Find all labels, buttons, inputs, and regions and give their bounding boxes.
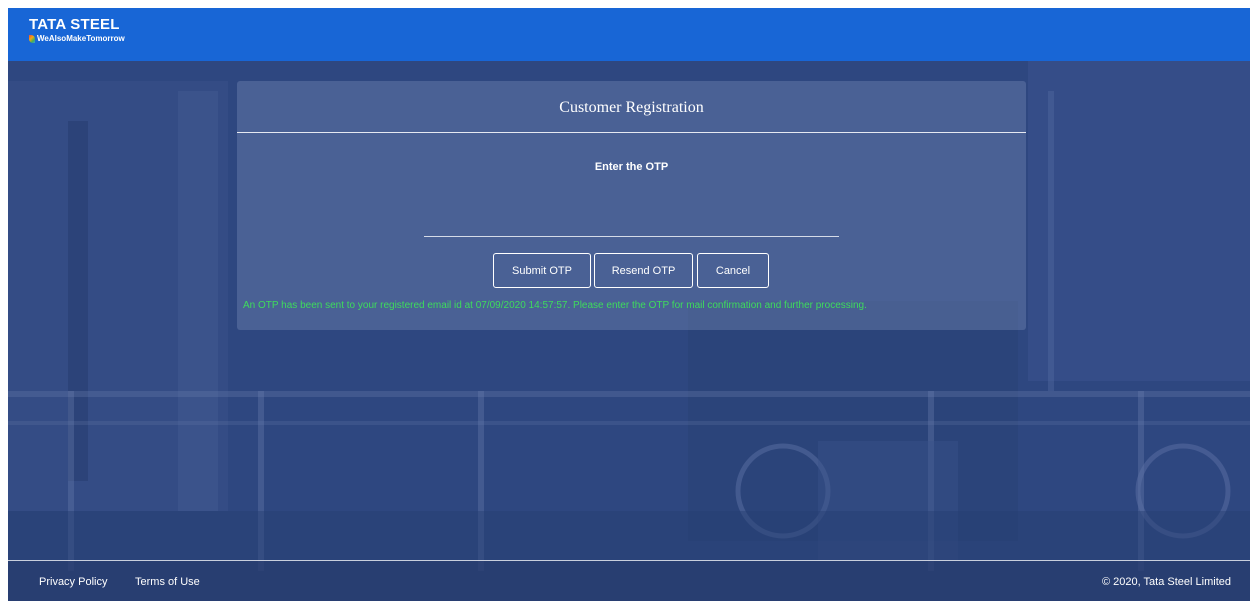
otp-status-message: An OTP has been sent to your registered … — [243, 300, 867, 311]
footer: Privacy Policy Terms of Use © 2020, Tata… — [8, 561, 1250, 601]
title-divider — [237, 132, 1026, 133]
tata-steel-logo[interactable]: TATA STEEL WeAlsoMakeTomorrow — [29, 17, 125, 44]
otp-label: Enter the OTP — [594, 161, 669, 173]
registration-card: Customer Registration Enter the OTP Subm… — [237, 81, 1026, 330]
privacy-policy-link[interactable]: Privacy Policy — [39, 576, 107, 588]
brand-tagline-row: WeAlsoMakeTomorrow — [29, 34, 125, 44]
submit-otp-button[interactable]: Submit OTP — [493, 253, 591, 288]
tata-steel-leaf-icon — [29, 35, 35, 43]
resend-otp-button[interactable]: Resend OTP — [594, 253, 693, 288]
otp-input[interactable] — [424, 211, 839, 237]
brand-tagline: WeAlsoMakeTomorrow — [37, 34, 125, 43]
page-frame: TATA STEEL WeAlsoMakeTomorrow Customer R… — [8, 8, 1250, 601]
cancel-button[interactable]: Cancel — [697, 253, 769, 288]
terms-of-use-link[interactable]: Terms of Use — [135, 576, 200, 588]
card-title: Customer Registration — [559, 99, 704, 116]
copyright-text: © 2020, Tata Steel Limited — [1102, 576, 1231, 588]
brand-name: TATA STEEL — [29, 16, 120, 33]
top-header: TATA STEEL WeAlsoMakeTomorrow — [8, 8, 1250, 61]
